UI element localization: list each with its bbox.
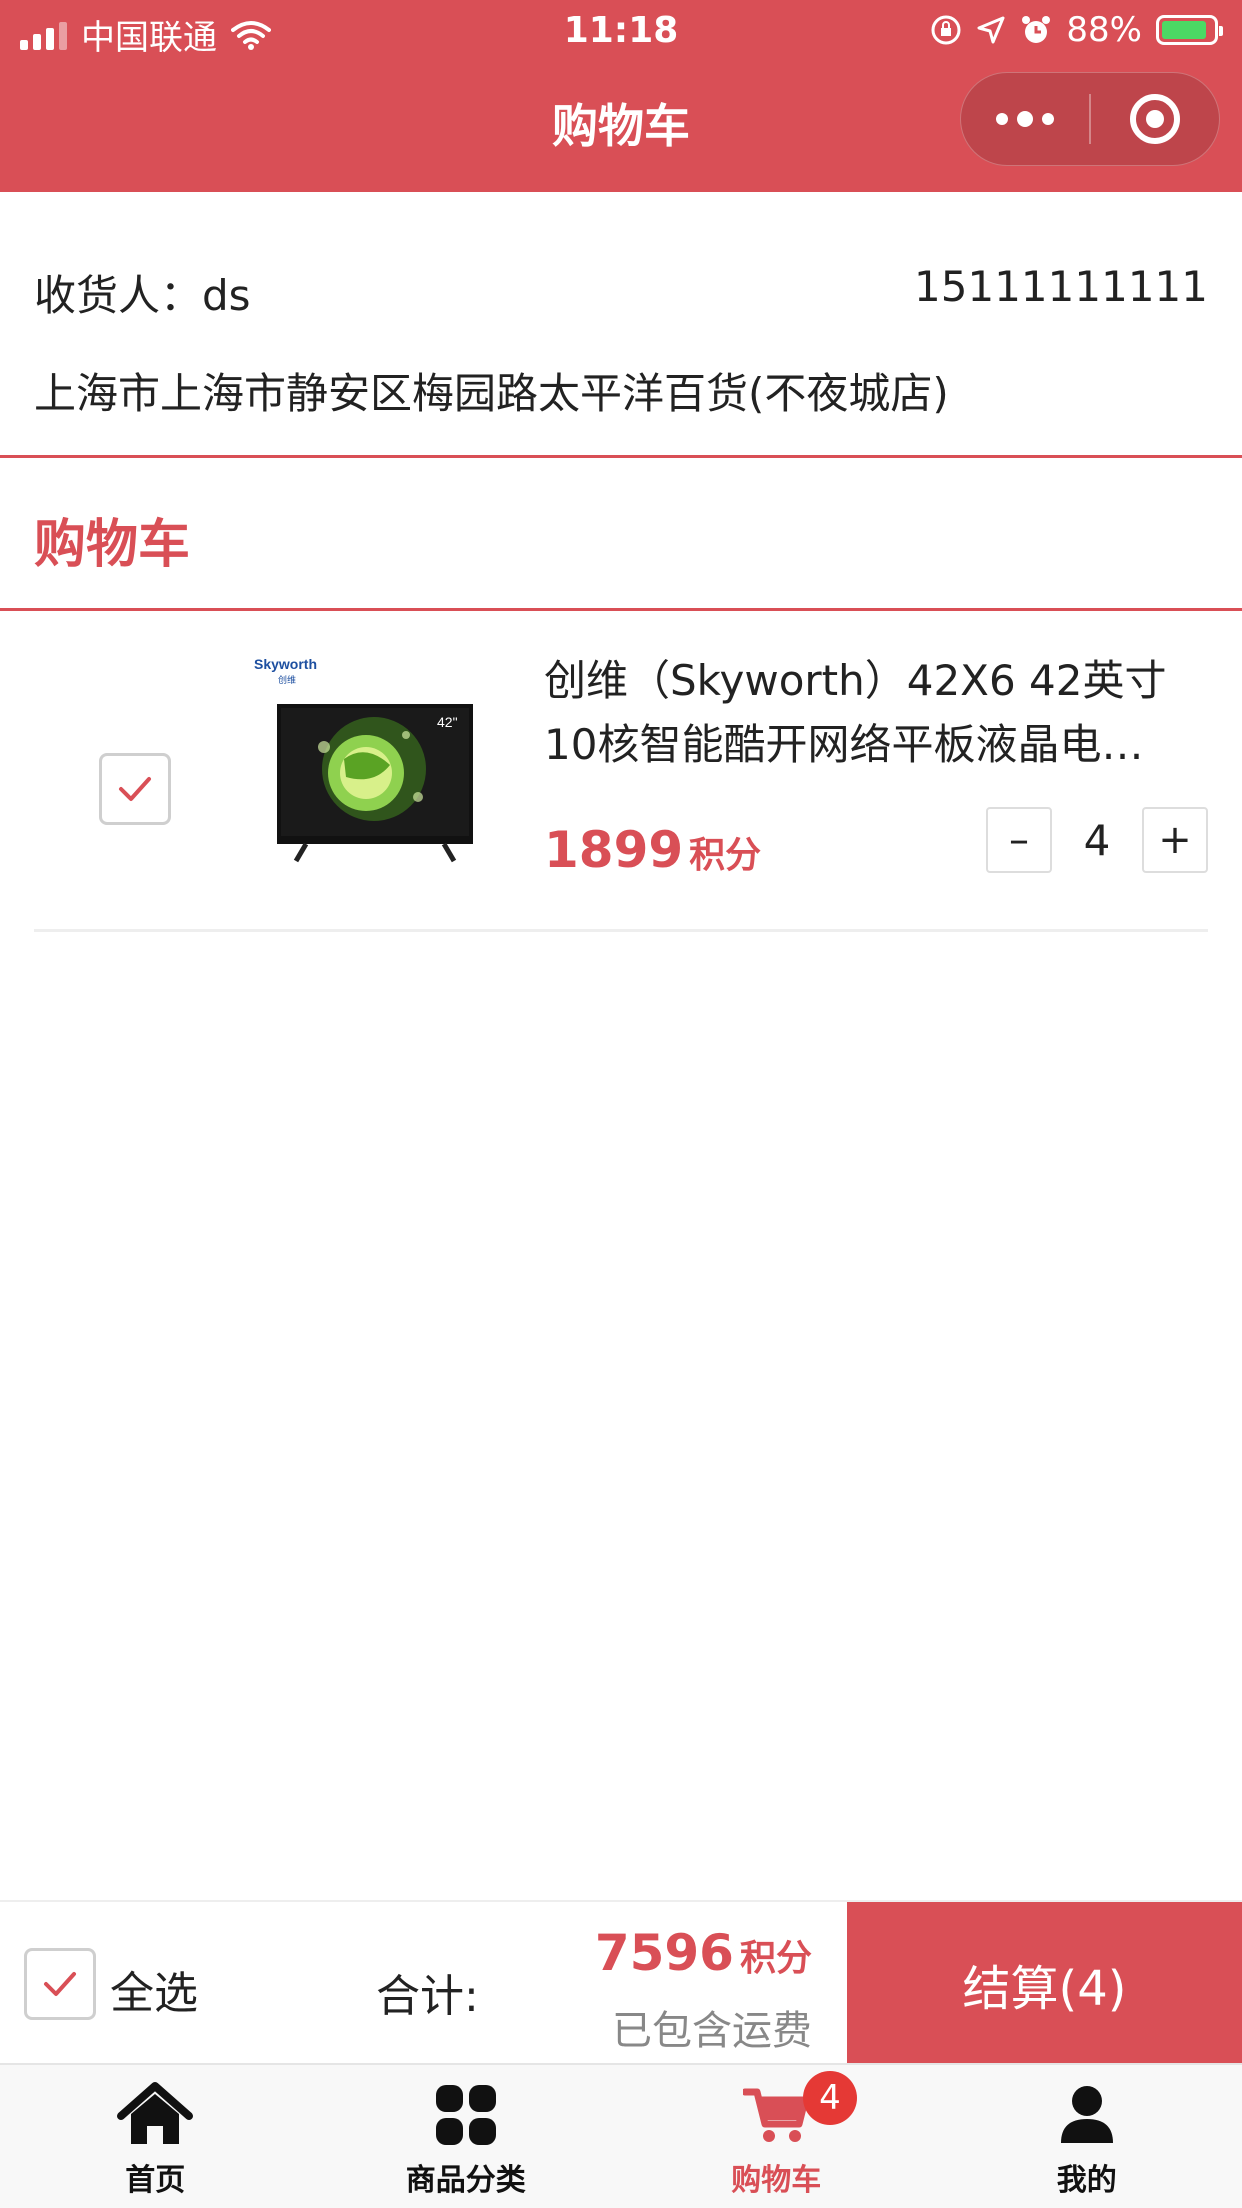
shipping-address[interactable]: 收货人：ds 15111111111 上海市上海市静安区梅园路太平洋百货(不夜城… xyxy=(0,192,1242,458)
address-text: 上海市上海市静安区梅园路太平洋百货(不夜城店) xyxy=(34,369,949,418)
cart-section-header: 购物车 xyxy=(0,458,1242,611)
tab-bar: 首页 商品分类 购物车 4 我的 xyxy=(0,2063,1242,2208)
product-image-size: 42" xyxy=(437,714,458,730)
decrease-quantity-button[interactable]: – xyxy=(986,807,1052,873)
more-button[interactable] xyxy=(961,72,1089,166)
quantity-stepper: – 4 + xyxy=(986,807,1208,873)
receiver-label: 收货人： xyxy=(34,271,203,320)
close-miniprogram-button[interactable] xyxy=(1091,72,1219,166)
location-icon xyxy=(977,16,1005,44)
checkout-bar: 全选 合计: 7596 积分 已包含运费 结算(4) xyxy=(0,1900,1242,2065)
product-image-brand-cn: 创维 xyxy=(278,674,296,686)
product-image-brand: Skyworth xyxy=(254,656,317,672)
select-all-checkbox[interactable] xyxy=(24,1948,96,2020)
home-icon xyxy=(117,2082,194,2144)
status-bar: 中国联通 11:18 88% xyxy=(0,0,1242,62)
increase-quantity-button[interactable]: + xyxy=(1142,807,1208,873)
price-value: 1899 xyxy=(544,821,684,879)
tab-label: 商品分类 xyxy=(405,2163,526,2198)
checkout-button[interactable]: 结算(4) xyxy=(847,1902,1242,2065)
tab-label: 我的 xyxy=(1056,2163,1117,2198)
price-unit: 积分 xyxy=(689,835,762,876)
rotation-lock-icon xyxy=(931,15,961,45)
tab-home[interactable]: 首页 xyxy=(0,2065,311,2208)
battery-percent: 88% xyxy=(1066,10,1142,50)
alarm-icon xyxy=(1022,16,1051,43)
battery-icon xyxy=(1156,15,1223,45)
select-all-label[interactable]: 全选 xyxy=(110,1957,198,2021)
top-bar: 中国联通 11:18 88% 购物车 xyxy=(0,0,1242,192)
tab-label: 首页 xyxy=(125,2163,186,2198)
shopping-cart-icon xyxy=(743,2088,809,2142)
tab-profile[interactable]: 我的 xyxy=(932,2065,1242,2208)
total-unit: 积分 xyxy=(739,1938,812,1979)
target-icon xyxy=(1129,94,1180,144)
checkmark-icon xyxy=(44,1972,76,1996)
tab-label: 购物车 xyxy=(731,2163,822,2198)
checkmark-icon xyxy=(119,777,151,801)
cart-title: 购物车 xyxy=(34,515,191,575)
receiver-phone: 15111111111 xyxy=(914,262,1208,311)
tab-category[interactable]: 商品分类 xyxy=(311,2065,622,2208)
miniprogram-capsule xyxy=(960,72,1220,166)
quantity-value[interactable]: 4 xyxy=(1052,816,1142,865)
product-name[interactable]: 创维（Skyworth）42X6 42英寸10核智能酷开网络平板液晶电… xyxy=(544,649,1204,777)
tab-cart[interactable]: 购物车 4 xyxy=(621,2065,932,2208)
shipping-note: 已包含运费 xyxy=(612,2008,812,2054)
receiver: 收货人：ds xyxy=(34,262,251,323)
product-price: 1899 积分 xyxy=(544,821,761,879)
total-label: 合计: xyxy=(376,1971,479,2022)
cart-count-badge: 4 xyxy=(803,2071,857,2125)
cart-item: Skyworth 创维 42" 创维（Skyworth）42X6 42英寸10核… xyxy=(34,611,1208,932)
total-amount: 7596 积分 xyxy=(560,1924,812,1982)
product-image[interactable]: Skyworth 创维 42" xyxy=(234,647,482,879)
category-grid-icon xyxy=(435,2085,496,2145)
user-icon xyxy=(1060,2086,1113,2143)
total-value: 7596 xyxy=(594,1924,734,1982)
receiver-name: ds xyxy=(202,271,251,320)
item-checkbox[interactable] xyxy=(99,753,171,825)
